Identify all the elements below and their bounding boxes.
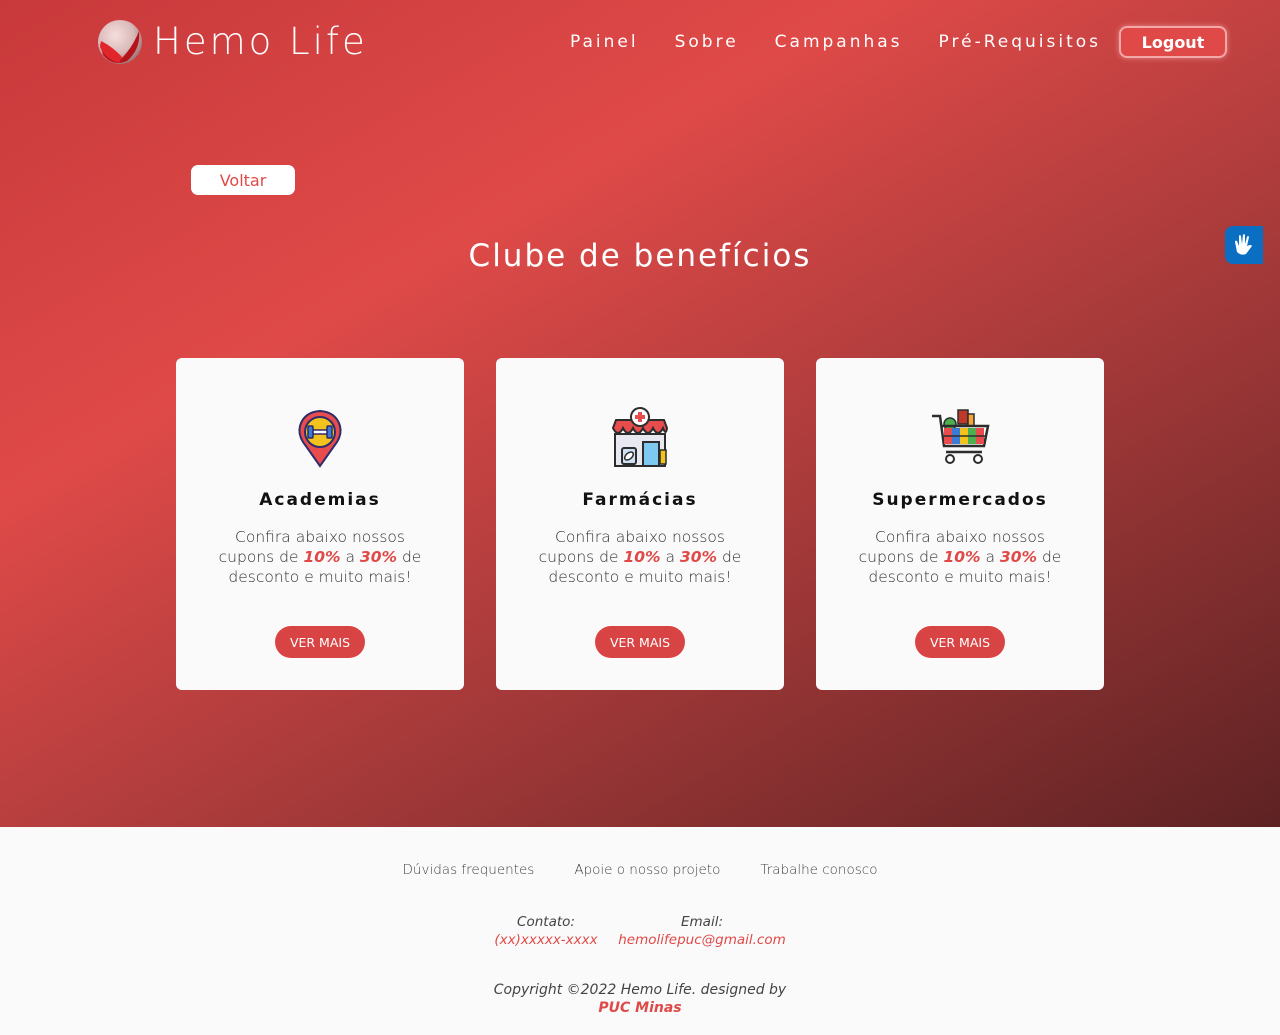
accessibility-widget[interactable] [1225,226,1263,264]
email-value[interactable]: hemolifepuc@gmail.com [612,931,792,949]
benefit-card-farmacias: Farmácias Confira abaixo nossos cupons d… [496,358,784,690]
logout-button[interactable]: Logout [1119,26,1228,58]
card-description: Confira abaixo nossos cupons de 10% a 30… [218,528,422,586]
card-description: Confira abaixo nossos cupons de 10% a 30… [858,528,1062,586]
hero-section: Hemo Life Painel Sobre Campanhas Pré-Req… [0,0,1280,827]
nav-sobre[interactable]: Sobre [657,26,757,58]
card-title: Supermercados [872,490,1048,510]
footer-link-trabalhe[interactable]: Trabalhe conosco [760,862,877,878]
pharmacy-icon [611,407,669,467]
sign-language-icon [1235,234,1252,255]
card-description: Confira abaixo nossos cupons de 10% a 30… [538,528,742,586]
footer-link-duvidas[interactable]: Dúvidas frequentes [403,862,535,878]
logo-text: Hemo Life [153,20,368,63]
nav-campanhas[interactable]: Campanhas [757,26,921,58]
main-nav: Painel Sobre Campanhas Pré-Requisitos Lo… [552,26,1228,58]
benefit-card-academias: Academias Confira abaixo nossos cupons d… [176,358,464,690]
back-button[interactable]: Voltar [191,165,295,195]
contact-label: Contato: [517,914,575,930]
ver-mais-button[interactable]: VER MAIS [275,626,365,658]
shopping-cart-icon [932,409,990,464]
page-title: Clube de benefícios [468,238,812,274]
benefit-card-supermercados: Supermercados Confira abaixo nossos cupo… [816,358,1104,690]
organization-link[interactable]: PUC Minas [0,999,1280,1017]
copyright-text: Copyright ©2022 Hemo Life. designed by [493,982,787,998]
footer-links: Dúvidas frequentes Apoie o nosso projeto… [0,862,1280,878]
copyright: Copyright ©2022 Hemo Life. designed by P… [0,981,1280,1017]
email-label: Email: [680,914,723,930]
contact-email: Email: hemolifepuc@gmail.com [612,913,792,949]
nav-pre-requisitos[interactable]: Pré-Requisitos [921,26,1119,58]
footer-link-apoie[interactable]: Apoie o nosso projeto [574,862,720,878]
card-title: Academias [259,490,381,510]
card-title: Farmácias [582,490,698,510]
contact-phone: Contato: (xx)xxxxx-xxxx [486,913,606,949]
ver-mais-button[interactable]: VER MAIS [915,626,1005,658]
nav-painel[interactable]: Painel [552,26,657,58]
blood-drop-logo-icon [98,20,142,64]
logo[interactable]: Hemo Life [97,19,368,65]
gym-location-icon [298,409,342,468]
contact-value[interactable]: (xx)xxxxx-xxxx [486,931,606,949]
ver-mais-button[interactable]: VER MAIS [595,626,685,658]
